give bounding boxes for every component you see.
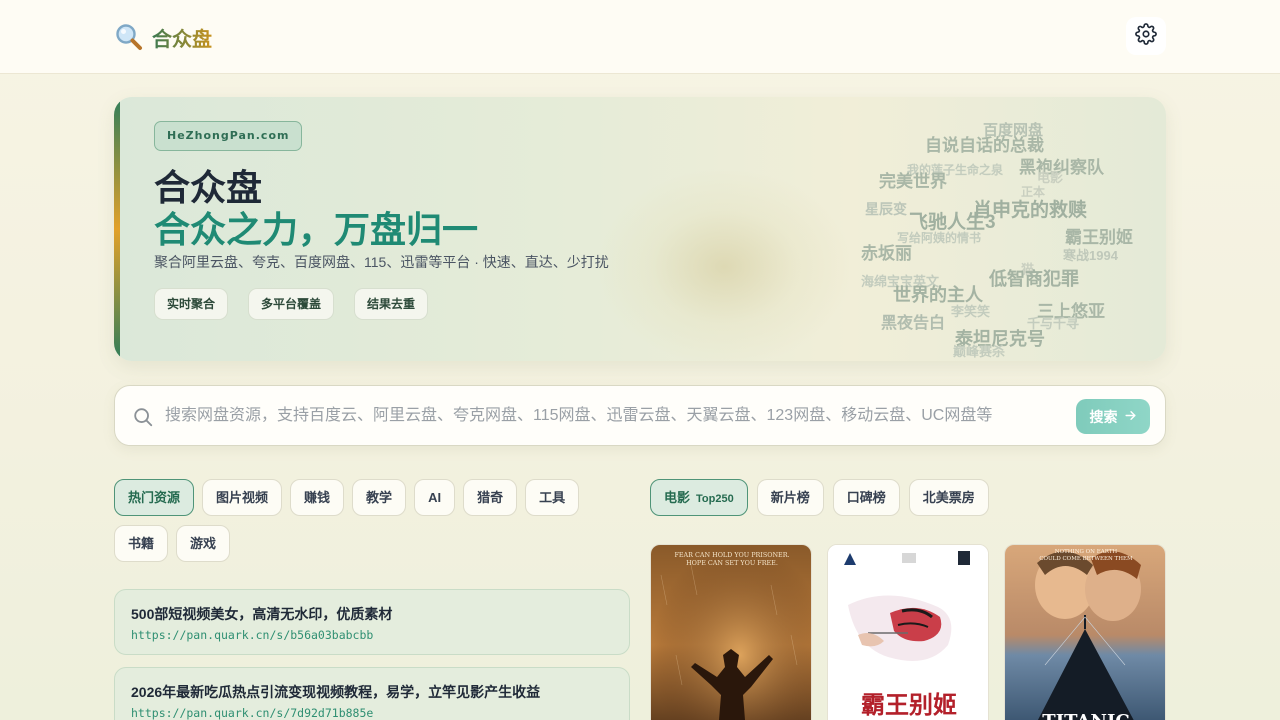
category-chip-ai[interactable]: AI [414,479,456,516]
category-chip-books[interactable]: 书籍 [114,525,169,562]
word-cloud-term[interactable]: 赤坂丽 [861,239,912,264]
resource-title: 500部短视频美女，高清无水印，优质素材 [131,606,393,622]
category-chip-curious[interactable]: 猎奇 [463,479,518,516]
tab-label: 电影 [664,490,691,505]
shawshank-poster[interactable]: FEAR CAN HOLD YOU PRISONER. HOPE CAN SET… [650,544,812,720]
brand-name: 合众盘 [152,23,212,52]
word-cloud-term[interactable]: 肖申克的救赎 [973,195,1087,222]
hero-glow [594,167,854,361]
word-cloud-term[interactable]: 李笑笑 [951,301,990,320]
magnifier-icon [114,22,144,52]
search-icon [132,406,154,428]
domain-badge: HeZhongPan.com [154,121,303,151]
poster-tagline: HOPE CAN SET YOU FREE. [686,559,778,567]
category-chips: 热门资源 图片视频 赚钱 教学 AI 猎奇 工具 书籍 游戏 [114,479,634,562]
word-cloud-term[interactable]: 完美世界 [879,167,947,192]
titanic-poster[interactable]: NOTHING ON EARTH COULD COME BETWEEN THEM… [1004,544,1166,720]
tab-top-rated[interactable]: 口碑榜 [832,479,900,516]
hero-slogan: 合众之力，万盘归一 [154,209,479,250]
hero-tag: 多平台覆盖 [248,288,335,320]
hero-tag: 实时聚合 [154,288,229,320]
category-chip-tools[interactable]: 工具 [525,479,580,516]
category-chip-games[interactable]: 游戏 [176,525,231,562]
tab-sub-label: Top250 [696,493,734,505]
tab-box-office[interactable]: 北美票房 [908,479,989,516]
category-chip-hot[interactable]: 热门资源 [114,479,195,516]
tab-new-releases[interactable]: 新片榜 [756,479,824,516]
hero-banner: HeZhongPan.com 合众盘 合众之力，万盘归一 聚合阿里云盘、夸克、百… [114,97,1166,361]
brand[interactable]: 合众盘 [114,22,212,52]
word-cloud-term[interactable]: 星辰变 [865,199,907,219]
hero-tag: 结果去重 [354,288,429,320]
resource-card[interactable]: 2026年最新吃瓜热点引流变现视频教程，易学，立竿见影产生收益 https://… [114,667,630,720]
poster-title: 霸王别姬 [861,690,957,719]
poster-tagline: COULD COME BETWEEN THEM [1039,556,1133,562]
search-button-label: 搜索 [1089,408,1118,425]
farewell-my-concubine-poster[interactable]: 霸王别姬 [827,544,989,720]
ranking-tabs: 电影 Top250 新片榜 口碑榜 北美票房 [650,479,989,516]
hero-description: 聚合阿里云盘、夸克、百度网盘、115、迅雷等平台 · 快速、直达、少打扰 [154,254,609,270]
poster-title: TITANIC [1042,711,1129,720]
word-cloud-term[interactable]: 巅峰赛杀 [953,341,1005,360]
resource-title: 2026年最新吃瓜热点引流变现视频教程，易学，立竿见影产生收益 [131,684,541,700]
hot-search-word-cloud: 百度网盘 自说自话的总裁 黑袍纠察队 我的莲子生命之泉 电影 完美世界 正本 星… [849,117,1149,360]
word-cloud-term[interactable]: 寒战1994 [1063,245,1118,264]
resource-card[interactable]: 500部短视频美女，高清无水印，优质素材 https://pan.quark.c… [114,589,630,655]
category-chip-teaching[interactable]: 教学 [352,479,407,516]
resource-link[interactable]: https://pan.quark.cn/s/b56a03babcbb [131,628,373,642]
arrow-right-icon [1124,409,1137,425]
poster-tagline: FEAR CAN HOLD YOU PRISONER. [674,551,789,559]
top-bar: 合众盘 [0,0,1280,74]
word-cloud-term[interactable]: 低智商犯罪 [989,265,1079,291]
category-chip-money[interactable]: 赚钱 [290,479,345,516]
word-cloud-term[interactable]: 黑夜告白 [881,309,945,333]
search-box: 搜索 [114,385,1166,446]
category-chip-media[interactable]: 图片视频 [202,479,283,516]
poster-tagline: NOTHING ON EARTH [1055,549,1118,555]
tab-movie-top250[interactable]: 电影 Top250 [650,479,748,516]
search-input[interactable] [165,399,1065,433]
search-button[interactable]: 搜索 [1076,399,1150,434]
settings-button[interactable] [1126,17,1166,55]
gear-icon [1135,22,1157,50]
resource-link[interactable]: https://pan.quark.cn/s/7d92d71b885e [131,706,373,720]
hero-accent-bar [114,97,120,361]
hero-tags: 实时聚合 多平台覆盖 结果去重 [154,288,429,320]
